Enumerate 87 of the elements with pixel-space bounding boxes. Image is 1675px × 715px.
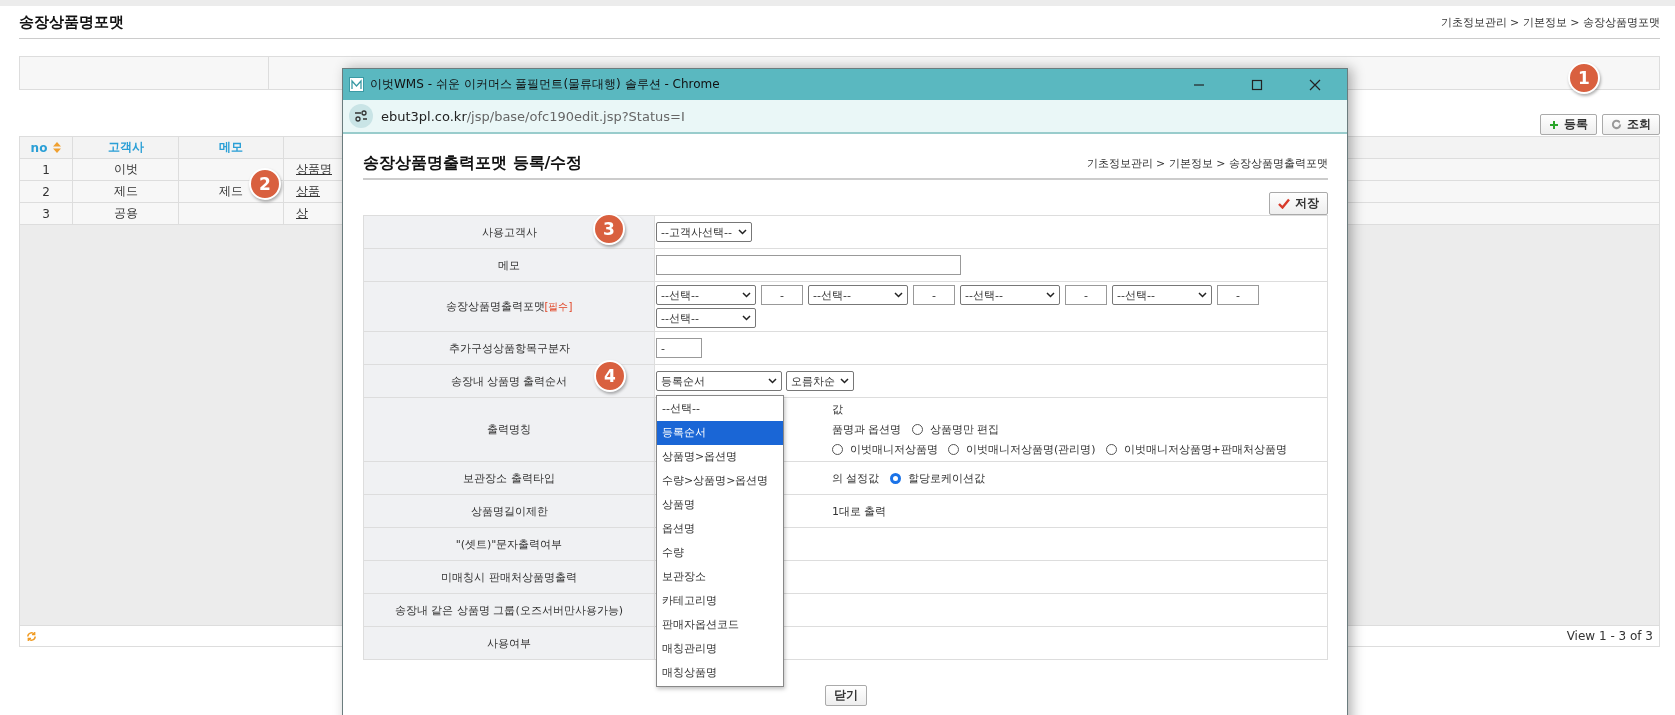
chevron-down-icon: [742, 315, 751, 321]
table-cell: 제드: [73, 181, 179, 202]
radio-button[interactable]: [1105, 444, 1117, 455]
record-count: View 1 - 3 of 3: [1566, 629, 1653, 643]
radio-button[interactable]: [832, 444, 843, 455]
breadcrumb: 기초정보관리 > 기본정보 > 송장상품명포맷: [1440, 14, 1660, 30]
chevron-down-icon: [738, 229, 747, 235]
option-text: 1대로 출력: [832, 503, 887, 519]
refresh-button[interactable]: 조회: [1602, 114, 1660, 135]
chevron-down-icon: [840, 378, 849, 384]
field-label: 추가구성상품항목구분자: [448, 340, 570, 356]
page-title: 송장상품명포맷: [19, 12, 124, 32]
chevron-down-icon: [768, 378, 777, 384]
order-select[interactable]: 등록순서: [656, 371, 782, 391]
chevron-down-icon: [894, 292, 903, 298]
maximize-icon[interactable]: [1251, 78, 1263, 91]
field-label: 보관장소 출력타입: [463, 470, 555, 486]
save-button[interactable]: 저장: [1269, 192, 1328, 215]
close-button[interactable]: 닫기: [824, 685, 867, 706]
option-text: 값: [832, 402, 843, 417]
add-button[interactable]: 등록: [1540, 114, 1597, 135]
radio-label[interactable]: 상품명만 편집: [929, 422, 999, 437]
site-settings-icon[interactable]: [349, 104, 373, 128]
field-label: 사용여부: [487, 635, 531, 651]
format-select[interactable]: --선택--: [960, 285, 1060, 305]
dropdown-option[interactable]: --선택--: [657, 397, 783, 421]
field-label: 메모: [498, 257, 520, 273]
dropdown-option[interactable]: 카테고리명: [657, 589, 783, 613]
chevron-down-icon: [1046, 292, 1055, 298]
format-select[interactable]: --선택--: [656, 308, 756, 328]
field-label: 출력명칭: [487, 422, 531, 437]
direction-select[interactable]: 오름차순: [786, 371, 854, 391]
app-icon: [349, 77, 364, 92]
customer-select[interactable]: --고객사선택--: [656, 222, 752, 242]
separator-field[interactable]: -: [1217, 285, 1259, 305]
form-title: 송장상품명출력포맷 등록/수정: [363, 152, 583, 174]
refresh-icon: [1611, 119, 1622, 130]
dropdown-option[interactable]: 매칭관리명: [657, 637, 783, 661]
checkmark-icon: [1278, 198, 1290, 209]
dropdown-option[interactable]: 보관장소: [657, 565, 783, 589]
dropdown-option[interactable]: 상품명: [657, 493, 783, 517]
format-select[interactable]: --선택--: [656, 285, 756, 305]
dropdown-option[interactable]: 등록순서: [657, 421, 783, 445]
field-label: 송장내 상품명 출력순서: [450, 373, 568, 389]
dropdown-option[interactable]: 판매자옵션코드: [657, 613, 783, 637]
field-label: "(셋트)"문자출력여부: [455, 536, 563, 552]
separator-field[interactable]: -: [1065, 285, 1107, 305]
table-cell: 1: [20, 159, 73, 180]
table-cell: 공용: [73, 203, 179, 224]
radio-label[interactable]: 이벗매니저상품명: [850, 442, 938, 457]
window-title: 이벗WMS - 쉬운 이커머스 풀필먼트(물류대행) 솔루션 - Chrome: [370, 76, 721, 93]
radio-button[interactable]: [911, 424, 923, 435]
chevron-down-icon: [742, 292, 751, 298]
dropdown-option[interactable]: 매칭상품명: [657, 661, 783, 685]
separator-field[interactable]: -: [913, 285, 955, 305]
table-cell: 3: [20, 203, 73, 224]
format-select[interactable]: --선택--: [1112, 285, 1212, 305]
radio-button[interactable]: [948, 444, 959, 455]
memo-field[interactable]: [656, 255, 961, 275]
format-select[interactable]: --선택--: [808, 285, 908, 305]
field-label: 송장상품명출력포맷[필수]: [445, 299, 573, 314]
field-label: 사용고객사: [481, 224, 537, 240]
field-label: 송장내 같은 상품명 그룹(오즈서버만사용가능): [394, 602, 624, 618]
separator-field[interactable]: -: [761, 285, 803, 305]
dropdown-option[interactable]: 옵션명: [657, 517, 783, 541]
format-link[interactable]: 상: [296, 205, 308, 222]
field-label: 미매칭시 판매처상품명출력: [441, 569, 577, 585]
address-url[interactable]: ebut3pl.co.kr/jsp/base/ofc190edit.jsp?Status=I: [381, 108, 685, 124]
dropdown-option[interactable]: 수량>상품명>옵션명: [657, 469, 783, 493]
option-text: 의 설정값: [832, 470, 880, 486]
dropdown-option[interactable]: 수량: [657, 541, 783, 565]
breadcrumb: 기초정보관리 > 기본정보 > 송장상품명출력포맷: [1086, 155, 1328, 171]
radio-label[interactable]: 할당로케이션값: [907, 470, 985, 486]
radio-button[interactable]: [889, 472, 901, 484]
plus-icon: [1549, 119, 1559, 130]
radio-label[interactable]: 이벗매니저상품명+판매처상품명: [1123, 442, 1287, 457]
close-icon[interactable]: [1309, 78, 1321, 91]
format-link[interactable]: 상품명: [296, 161, 332, 178]
field-label: 상품명길이제한: [470, 503, 548, 519]
radio-label[interactable]: 이벗매니저상품명(관리명): [966, 442, 1096, 457]
option-text: 품명과 옵션명: [832, 422, 902, 437]
table-cell: 이벗: [73, 159, 179, 180]
table-cell: 2: [20, 181, 73, 202]
separator-field[interactable]: -: [656, 338, 702, 358]
chevron-down-icon: [1198, 292, 1207, 298]
format-link[interactable]: 상품: [296, 183, 320, 200]
dropdown-option[interactable]: 상품명>옵션명: [657, 445, 783, 469]
